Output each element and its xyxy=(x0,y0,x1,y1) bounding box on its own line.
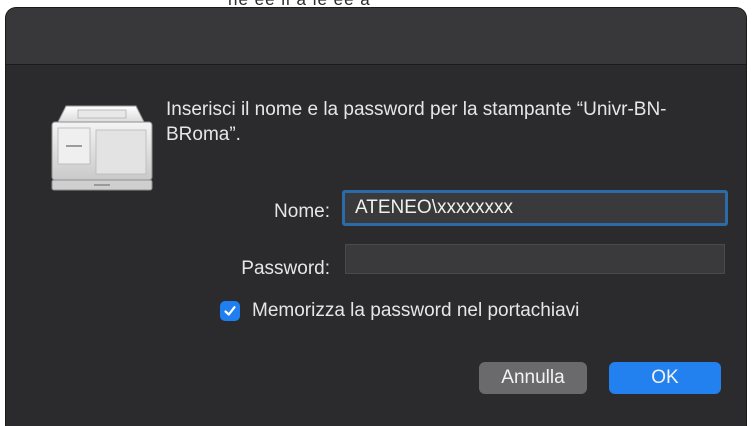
remember-password-row[interactable]: Memorizza la password nel portachiavi xyxy=(220,300,579,322)
password-label: Password: xyxy=(241,258,330,279)
remember-password-checkbox[interactable] xyxy=(220,301,240,321)
name-label: Nome: xyxy=(274,201,330,222)
dialog-message: Inserisci il nome e la password per la s… xyxy=(166,99,667,145)
ok-button[interactable]: OK xyxy=(609,362,721,394)
printer-icon xyxy=(44,100,156,196)
cancel-button[interactable]: Annulla xyxy=(479,362,587,394)
dialog-titlebar xyxy=(6,8,746,65)
remember-password-label: Memorizza la password nel portachiavi xyxy=(252,300,580,321)
name-field[interactable] xyxy=(342,190,728,226)
checkmark-icon xyxy=(224,306,236,316)
password-field[interactable] xyxy=(345,244,725,274)
password-dialog: Inserisci il nome e la password per la s… xyxy=(6,8,746,426)
